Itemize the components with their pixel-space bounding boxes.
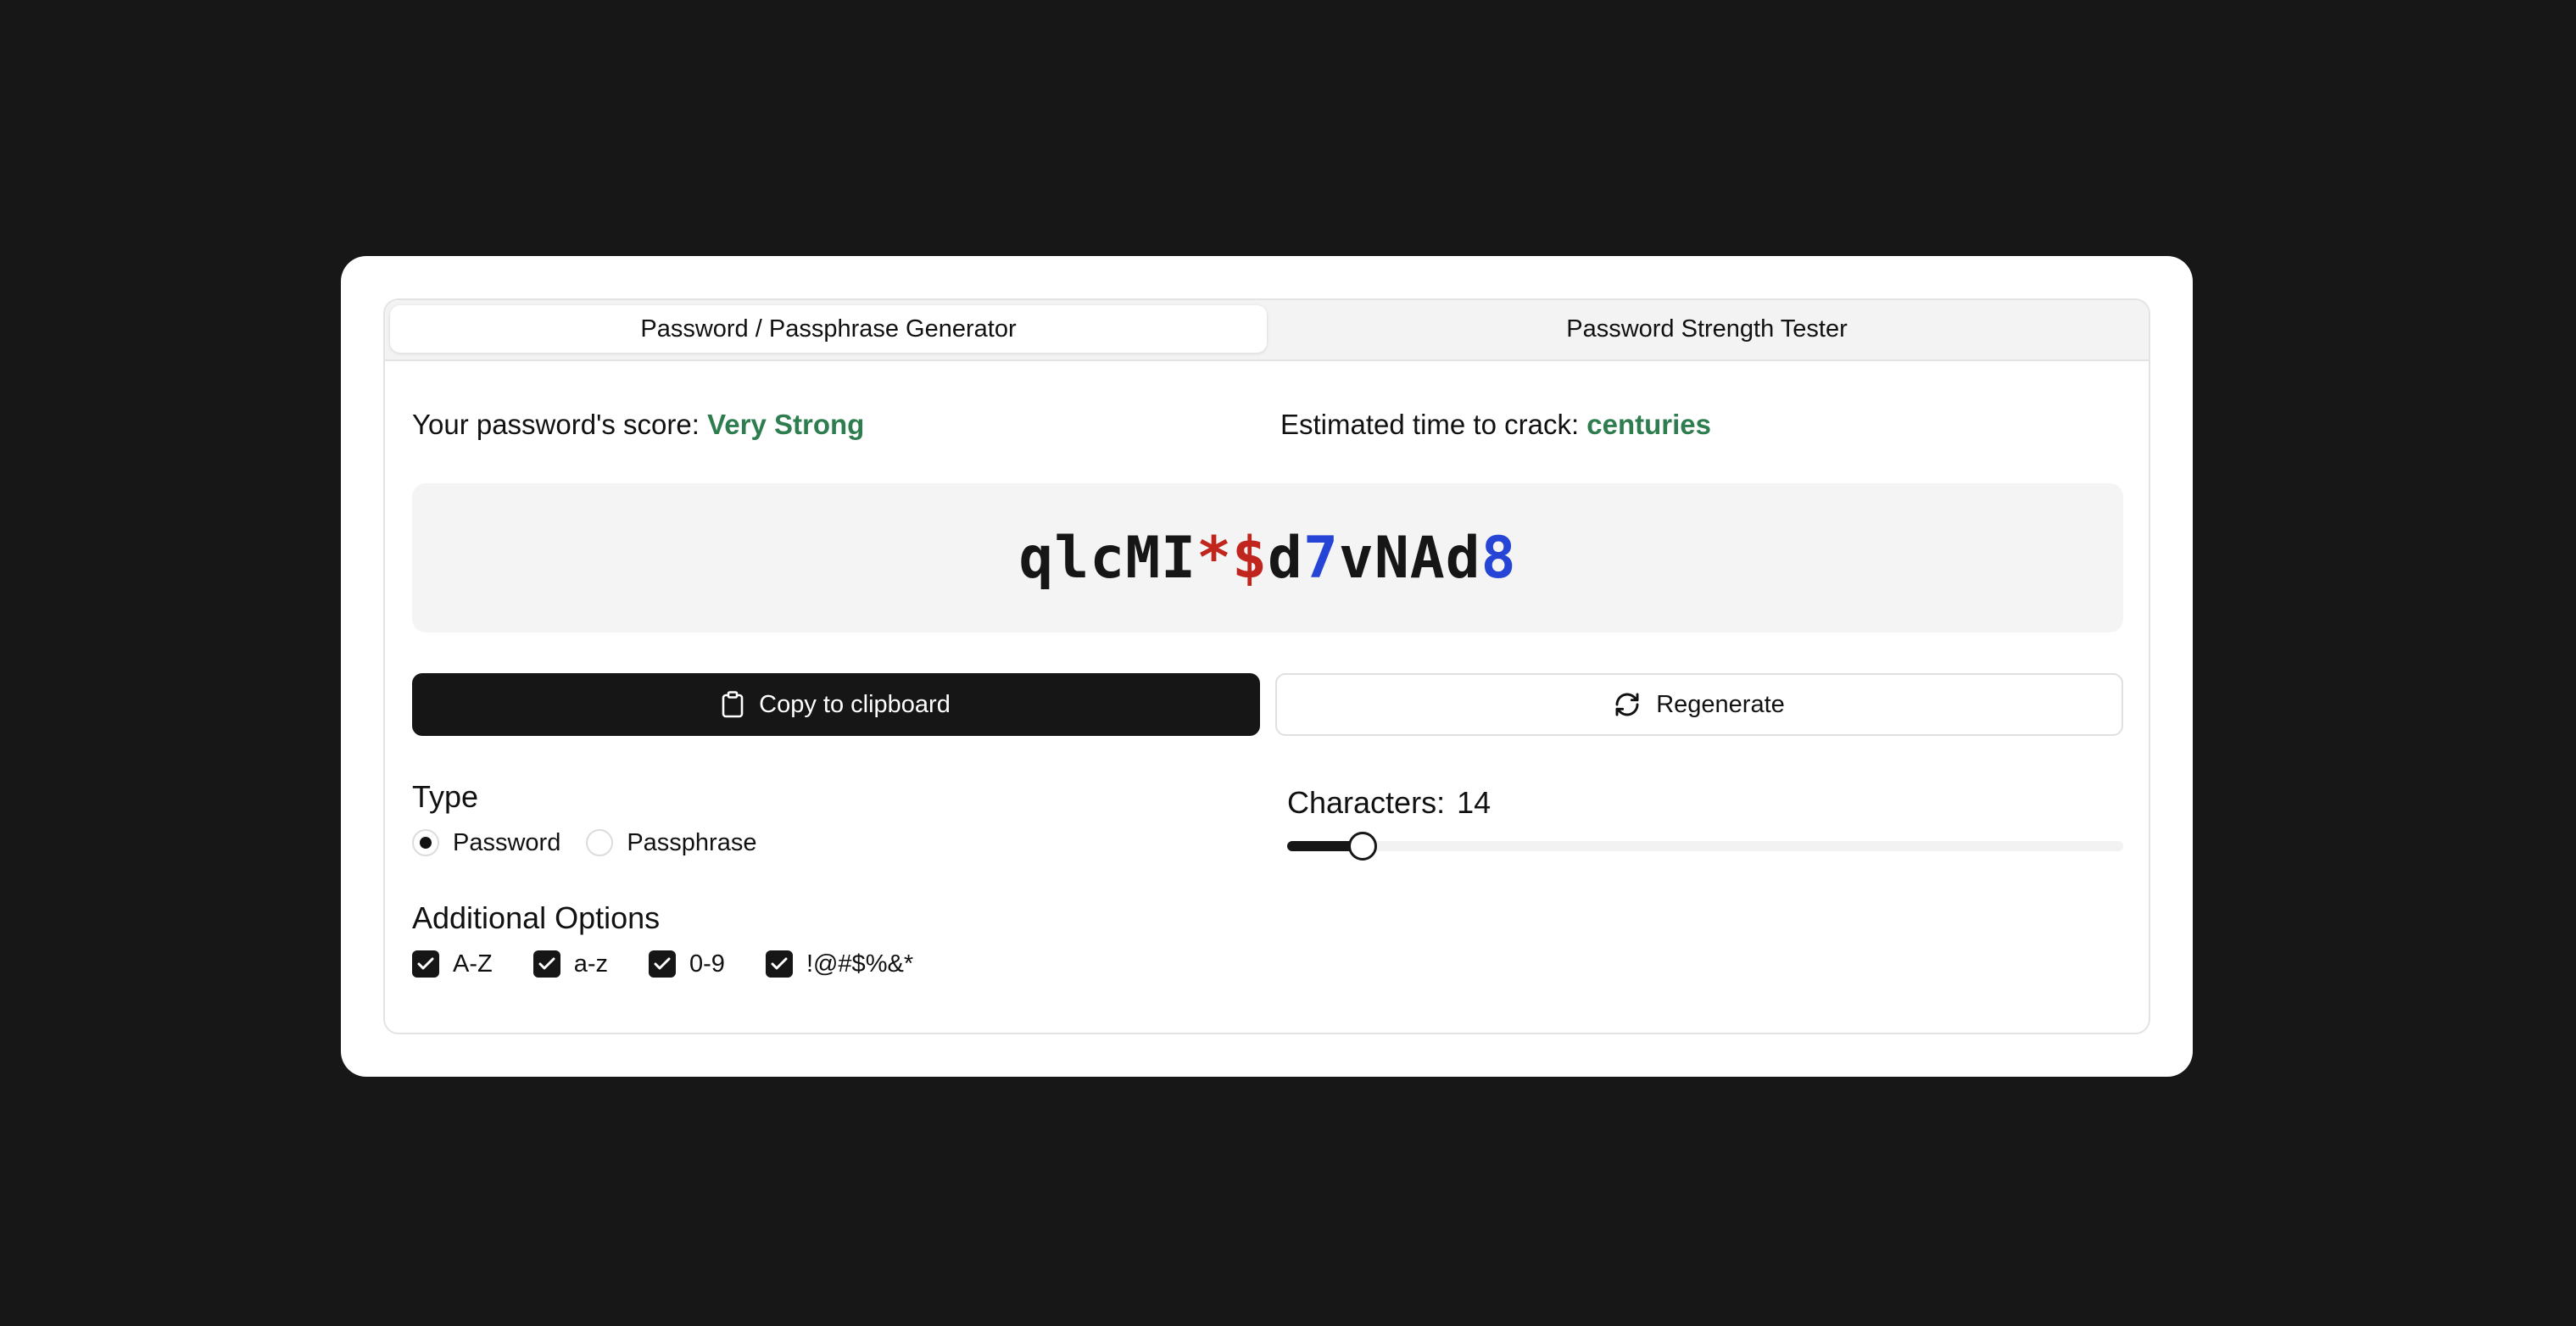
- score-value: Very Strong: [707, 409, 865, 440]
- tab-password-generator[interactable]: Password / Passphrase Generator: [390, 305, 1267, 353]
- generated-password: qlcMI *$ d 7 vNAd 8: [412, 483, 2123, 632]
- radio-passphrase-label[interactable]: Passphrase: [627, 829, 756, 857]
- check-icon: [538, 957, 555, 970]
- characters-count: Characters: 14: [1287, 785, 1491, 821]
- characters-value: 14: [1457, 785, 1492, 820]
- radio-selected-dot: [420, 837, 432, 849]
- copy-button-label: Copy to clipboard: [759, 690, 951, 718]
- radio-passphrase[interactable]: [586, 829, 614, 856]
- generator-card: Password / Passphrase Generator Password…: [341, 256, 2193, 1077]
- generator-panel: Password / Passphrase Generator Password…: [383, 298, 2150, 1034]
- password-segment-letter: qlcMI: [1018, 524, 1197, 592]
- slider-thumb[interactable]: [1348, 832, 1377, 861]
- password-score: Your password's score: Very Strong: [412, 409, 864, 441]
- check-icon: [771, 957, 788, 970]
- clipboard-icon: [722, 691, 744, 718]
- checkbox-lowercase[interactable]: [532, 950, 560, 978]
- additional-options-group: A-Z a-z 0-9 !@#$%&*: [412, 950, 954, 978]
- checkbox-lowercase-label[interactable]: a-z: [574, 950, 608, 978]
- characters-label: Characters:: [1287, 785, 1446, 820]
- checkbox-numbers[interactable]: [649, 950, 677, 978]
- checkbox-symbols[interactable]: [765, 950, 793, 978]
- password-segment-number: 7: [1302, 524, 1339, 592]
- checkbox-uppercase-label[interactable]: A-Z: [453, 950, 493, 978]
- password-segment-number: 8: [1480, 524, 1517, 592]
- copy-to-clipboard-button[interactable]: Copy to clipboard: [412, 673, 1260, 736]
- type-radio-group: Password Passphrase: [412, 827, 782, 858]
- password-segment-symbol: *$: [1196, 524, 1268, 592]
- password-segment-letter: vNAd: [1338, 524, 1481, 592]
- checkbox-uppercase[interactable]: [412, 950, 439, 978]
- password-segment-letter: d: [1267, 524, 1303, 592]
- check-icon: [654, 957, 671, 970]
- tab-bar: Password / Passphrase Generator Password…: [385, 300, 2149, 361]
- check-icon: [417, 957, 434, 970]
- tab-strength-tester[interactable]: Password Strength Tester: [1267, 305, 2147, 353]
- length-slider[interactable]: [1287, 832, 2123, 861]
- regenerate-button-label: Regenerate: [1656, 690, 1785, 718]
- regenerate-button[interactable]: Regenerate: [1275, 673, 2123, 736]
- additional-options-heading: Additional Options: [412, 900, 661, 935]
- radio-password[interactable]: [412, 829, 439, 856]
- score-label: Your password's score:: [412, 409, 700, 440]
- type-heading: Type: [412, 779, 479, 814]
- checkbox-numbers-label[interactable]: 0-9: [689, 950, 725, 978]
- crack-time-label: Estimated time to crack:: [1280, 409, 1580, 440]
- checkbox-symbols-label[interactable]: !@#$%&*: [806, 950, 913, 978]
- radio-password-label[interactable]: Password: [453, 829, 560, 857]
- refresh-icon: [1614, 691, 1641, 718]
- crack-time: Estimated time to crack: centuries: [1280, 409, 1711, 441]
- crack-time-value: centuries: [1586, 409, 1712, 440]
